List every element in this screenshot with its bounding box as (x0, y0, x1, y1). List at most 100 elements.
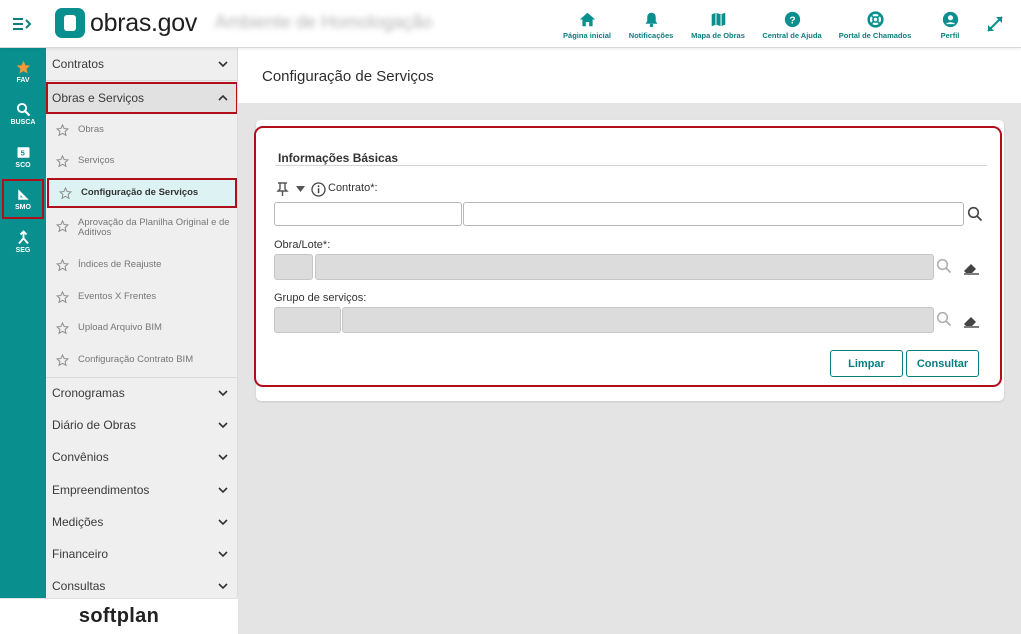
map-icon (711, 12, 725, 27)
expand-icon[interactable] (985, 14, 1005, 34)
star-outline-icon (56, 258, 69, 271)
contrato-search-icon[interactable] (967, 206, 983, 222)
nav-tickets[interactable]: Portal de Chamados (836, 0, 914, 48)
rail-sco[interactable]: 5 SCO (0, 137, 46, 177)
sidebar-section-cronogramas[interactable]: Cronogramas (46, 377, 237, 409)
menu-toggle-icon[interactable] (12, 14, 32, 34)
nav-help-label: Central de Ajuda (762, 31, 822, 40)
sidebar-menu: Contratos Obras e Serviços Obras Serviço… (46, 48, 238, 598)
nav-home-label: Página inicial (563, 31, 611, 40)
section-label: Financeiro (52, 547, 109, 561)
grupo-search-icon[interactable] (936, 311, 952, 327)
sidebar-section-diario-obras[interactable]: Diário de Obras (46, 409, 237, 441)
section-label: Diário de Obras (52, 418, 137, 432)
caret-down-icon[interactable] (296, 186, 305, 192)
lifebuoy-icon (866, 11, 884, 28)
sidebar-item-label: Eventos X Frentes (78, 291, 157, 302)
section-label: Empreendimentos (52, 483, 150, 497)
contrato-description-input[interactable] (463, 202, 964, 226)
chevron-down-icon (218, 583, 228, 590)
sidebar-section-obras-servicos[interactable]: Obras e Serviços (46, 82, 237, 114)
section-label: Cronogramas (52, 386, 125, 400)
grupo-label: Grupo de serviços: (274, 292, 367, 304)
sidebar-section-financeiro[interactable]: Financeiro (46, 538, 237, 570)
section-label: Medições (52, 515, 104, 529)
sco-icon: 5 (17, 147, 29, 158)
star-outline-icon (56, 353, 69, 366)
star-outline-icon (59, 186, 72, 199)
sidebar-section-convenios[interactable]: Convênios (46, 441, 237, 473)
sidebar-section-empreendimentos[interactable]: Empreendimentos (46, 474, 237, 506)
grupo-eraser-icon[interactable] (962, 314, 980, 328)
grupo-description-input[interactable] (342, 307, 934, 333)
chevron-down-icon (218, 390, 228, 397)
section-label: Obras e Serviços (52, 91, 145, 105)
star-outline-icon (56, 290, 69, 303)
sidebar-item-label: Aprovação da Planilha Original e de Adit… (78, 217, 230, 238)
sidebar-item-configuracao-servicos[interactable]: Configuração de Serviços (47, 178, 237, 208)
sidebar-item-upload-bim[interactable]: Upload Arquivo BIM (46, 314, 237, 342)
nav-map[interactable]: Mapa de Obras (688, 0, 748, 48)
star-outline-icon (56, 321, 69, 334)
rail-fav[interactable]: FAV (0, 52, 46, 92)
sidebar-item-config-contrato-bim[interactable]: Configuração Contrato BIM (46, 346, 237, 374)
rail-busca-label: BUSCA (10, 119, 36, 126)
sidebar-item-label: Upload Arquivo BIM (78, 322, 162, 333)
obra-search-icon[interactable] (936, 258, 952, 274)
info-icon[interactable] (311, 182, 326, 197)
obra-description-input[interactable] (315, 254, 934, 280)
rail-seg[interactable]: SEG (0, 222, 46, 262)
contrato-label: Contrato*: (328, 182, 378, 194)
rail-smo-label: SMO (15, 204, 31, 211)
star-outline-icon (56, 220, 69, 233)
section-title: Informações Básicas (278, 151, 399, 165)
star-outline-icon (56, 154, 69, 167)
sidebar-section-contratos[interactable]: Contratos (46, 48, 237, 80)
sidebar-item-indices-reajuste[interactable]: Índices de Reajuste (46, 251, 237, 279)
section-label: Contratos (52, 57, 105, 71)
obra-code-input[interactable] (274, 254, 313, 280)
sidebar-item-obras[interactable]: Obras (46, 116, 237, 144)
chevron-down-icon (218, 519, 228, 526)
page-title: Configuração de Serviços (262, 68, 434, 85)
chevron-down-icon (218, 551, 228, 558)
consultar-button[interactable]: Consultar (906, 350, 979, 377)
nav-tickets-label: Portal de Chamados (838, 31, 912, 40)
sidebar-item-label: Configuração Contrato BIM (78, 354, 194, 365)
logo-mark-icon (55, 8, 85, 38)
nav-map-label: Mapa de Obras (691, 31, 745, 40)
section-label: Consultas (52, 579, 106, 593)
rail-busca[interactable]: BUSCA (0, 94, 46, 134)
sidebar-section-medicoes[interactable]: Medições (46, 506, 237, 538)
nav-home[interactable]: Página inicial (562, 0, 612, 48)
obra-label: Obra/Lote*: (274, 239, 331, 251)
ruler-icon (17, 189, 29, 200)
chevron-up-icon (218, 94, 228, 101)
search-icon (16, 102, 30, 117)
sidebar-item-aprovacao-planilha[interactable]: Aprovação da Planilha Original e de Adit… (46, 217, 237, 248)
top-bar: obras.gov Ambiente de Homologação Página… (0, 0, 1021, 48)
nav-profile[interactable]: Perfil (930, 0, 970, 48)
nav-help[interactable]: ? Central de Ajuda (760, 0, 824, 48)
obra-eraser-icon[interactable] (962, 261, 980, 275)
sidebar-item-eventos-frentes[interactable]: Eventos X Frentes (46, 283, 237, 311)
sidebar-section-consultas[interactable]: Consultas (46, 570, 237, 598)
svg-text:?: ? (789, 15, 795, 26)
chevron-down-icon (218, 454, 228, 461)
softplan-logo: softplan (0, 598, 238, 634)
contrato-code-input[interactable] (274, 202, 462, 226)
svg-text:5: 5 (20, 149, 24, 158)
divider (46, 80, 237, 81)
nav-profile-label: Perfil (940, 31, 960, 40)
limpar-button[interactable]: Limpar (830, 350, 903, 377)
pin-icon[interactable] (276, 182, 289, 196)
seg-icon (17, 230, 29, 245)
chevron-down-icon (218, 61, 228, 68)
sidebar-item-servicos[interactable]: Serviços (46, 147, 237, 175)
nav-notifications[interactable]: Notificações (626, 0, 676, 48)
app-logo[interactable]: obras.gov (55, 8, 197, 38)
rail-smo[interactable]: SMO (2, 179, 44, 219)
module-rail: FAV BUSCA 5 SCO SMO SEG (0, 48, 46, 598)
nav-notifications-label: Notificações (628, 31, 674, 40)
grupo-code-input[interactable] (274, 307, 341, 333)
